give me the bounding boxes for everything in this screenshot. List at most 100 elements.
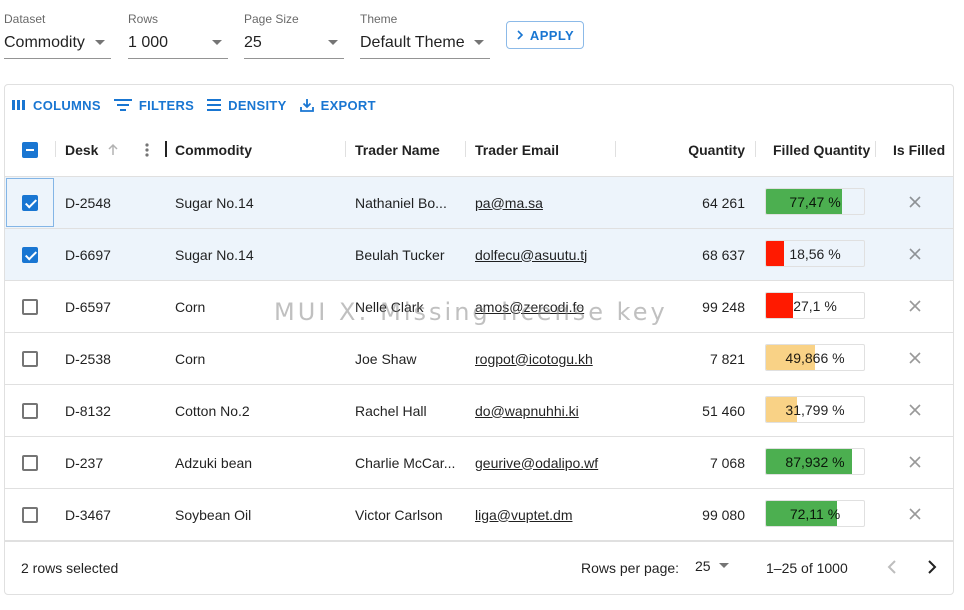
cell-desk[interactable]: D-237: [65, 437, 165, 488]
select-all-checkbox[interactable]: [22, 123, 38, 176]
header-quantity[interactable]: Quantity: [625, 123, 745, 176]
cell-trader-name[interactable]: Victor Carlson: [355, 489, 465, 540]
cell-desk[interactable]: D-6697: [65, 229, 165, 280]
filters-button[interactable]: FILTERS: [113, 98, 194, 113]
header-trader-email[interactable]: Trader Email: [475, 123, 559, 176]
header-desk[interactable]: Desk: [65, 123, 165, 176]
cell-commodity[interactable]: Soybean Oil: [175, 489, 345, 540]
cell-desk[interactable]: D-8132: [65, 385, 165, 436]
email-link[interactable]: amos@zercodi.fo: [475, 299, 584, 315]
filled-quantity-bar[interactable]: 77,47 %: [765, 188, 865, 215]
cell-quantity[interactable]: 7 821: [625, 333, 745, 384]
close-icon[interactable]: [909, 196, 921, 208]
table-row[interactable]: D-2548 Sugar No.14 Nathaniel Bo... pa@ma.sa…: [5, 177, 953, 229]
cell-quantity[interactable]: 51 460: [625, 385, 745, 436]
cell-trader-name[interactable]: Nelle Clark: [355, 281, 465, 332]
close-icon[interactable]: [909, 248, 921, 260]
filled-quantity-bar[interactable]: 49,866 %: [765, 344, 865, 371]
cell-quantity[interactable]: 68 637: [625, 229, 745, 280]
rows-value[interactable]: 1 000: [128, 32, 228, 59]
cell-trader-email[interactable]: liga@vuptet.dm: [475, 489, 615, 540]
filled-quantity-bar[interactable]: 72,11 %: [765, 500, 865, 527]
export-button[interactable]: EXPORT: [299, 97, 376, 113]
column-separator[interactable]: [465, 141, 466, 157]
table-row[interactable]: D-3467 Soybean Oil Victor Carlson liga@vupt…: [5, 489, 953, 541]
dataset-select[interactable]: Dataset Commodity: [4, 12, 111, 59]
filled-quantity-bar[interactable]: 18,56 %: [765, 240, 865, 267]
cell-quantity[interactable]: 99 248: [625, 281, 745, 332]
sort-arrow-up-icon[interactable]: [106, 143, 120, 157]
close-icon[interactable]: [909, 456, 921, 468]
page-size-select[interactable]: Page Size 25: [244, 12, 344, 59]
theme-select[interactable]: Theme Default Theme: [360, 12, 490, 59]
email-link[interactable]: dolfecu@asuutu.tj: [475, 247, 587, 263]
column-separator[interactable]: [55, 141, 56, 157]
cell-trader-email[interactable]: geurive@odalipo.wf: [475, 437, 615, 488]
theme-value[interactable]: Default Theme: [360, 32, 490, 59]
column-menu-icon[interactable]: [145, 123, 149, 176]
cell-quantity[interactable]: 64 261: [625, 177, 745, 228]
cell-quantity[interactable]: 99 080: [625, 489, 745, 540]
cell-trader-name[interactable]: Nathaniel Bo...: [355, 177, 465, 228]
page-size-value[interactable]: 25: [244, 32, 344, 59]
rows-per-page-select[interactable]: 25: [695, 558, 729, 574]
cell-commodity[interactable]: Adzuki bean: [175, 437, 345, 488]
cell-commodity[interactable]: Sugar No.14: [175, 177, 345, 228]
cell-trader-name[interactable]: Charlie McCar...: [355, 437, 465, 488]
cell-commodity[interactable]: Corn: [175, 281, 345, 332]
close-icon[interactable]: [909, 352, 921, 364]
next-page-button[interactable]: [925, 558, 939, 581]
filled-quantity-bar[interactable]: 87,932 %: [765, 448, 865, 475]
cell-quantity[interactable]: 7 068: [625, 437, 745, 488]
row-checkbox[interactable]: [22, 385, 38, 436]
email-link[interactable]: rogpot@icotogu.kh: [475, 351, 593, 367]
email-link[interactable]: liga@vuptet.dm: [475, 507, 572, 523]
cell-trader-name[interactable]: Beulah Tucker: [355, 229, 465, 280]
row-checkbox[interactable]: [22, 177, 38, 228]
density-button[interactable]: DENSITY: [206, 98, 286, 113]
cell-desk[interactable]: D-6597: [65, 281, 165, 332]
header-commodity[interactable]: Commodity: [175, 123, 252, 176]
email-link[interactable]: do@wapnuhhi.ki: [475, 403, 579, 419]
row-checkbox[interactable]: [22, 229, 38, 280]
column-separator[interactable]: [875, 141, 876, 157]
header-trader-name[interactable]: Trader Name: [355, 123, 440, 176]
cell-desk[interactable]: D-2538: [65, 333, 165, 384]
close-icon[interactable]: [909, 404, 921, 416]
email-link[interactable]: pa@ma.sa: [475, 195, 543, 211]
row-checkbox[interactable]: [22, 281, 38, 332]
columns-button[interactable]: COLUMNS: [11, 98, 101, 113]
cell-trader-email[interactable]: pa@ma.sa: [475, 177, 615, 228]
table-row[interactable]: D-6597 Corn Nelle Clark amos@zercodi.fo 99 2…: [5, 281, 953, 333]
row-checkbox[interactable]: [22, 489, 38, 540]
cell-desk[interactable]: D-2548: [65, 177, 165, 228]
close-icon[interactable]: [909, 300, 921, 312]
table-row[interactable]: D-2538 Corn Joe Shaw rogpot@icotogu.kh 7 821…: [5, 333, 953, 385]
email-link[interactable]: geurive@odalipo.wf: [475, 455, 598, 471]
previous-page-button[interactable]: [885, 558, 899, 581]
cell-trader-email[interactable]: amos@zercodi.fo: [475, 281, 615, 332]
header-filled-quantity[interactable]: Filled Quantity: [773, 123, 870, 176]
row-checkbox[interactable]: [22, 437, 38, 488]
table-row[interactable]: D-6697 Sugar No.14 Beulah Tucker dolfecu@as…: [5, 229, 953, 281]
filled-quantity-bar[interactable]: 27,1 %: [765, 292, 865, 319]
cell-trader-email[interactable]: rogpot@icotogu.kh: [475, 333, 615, 384]
cell-commodity[interactable]: Corn: [175, 333, 345, 384]
apply-button[interactable]: APPLY: [506, 21, 584, 49]
cell-trader-name[interactable]: Joe Shaw: [355, 333, 465, 384]
column-separator[interactable]: [615, 141, 616, 157]
filled-quantity-bar[interactable]: 31,799 %: [765, 396, 865, 423]
cell-trader-name[interactable]: Rachel Hall: [355, 385, 465, 436]
column-resize-handle[interactable]: [165, 141, 167, 157]
table-row[interactable]: D-237 Adzuki bean Charlie McCar... geurive@…: [5, 437, 953, 489]
column-separator[interactable]: [345, 141, 346, 157]
cell-trader-email[interactable]: do@wapnuhhi.ki: [475, 385, 615, 436]
cell-desk[interactable]: D-3467: [65, 489, 165, 540]
table-row[interactable]: D-8132 Cotton No.2 Rachel Hall do@wapnuhhi.…: [5, 385, 953, 437]
header-is-filled[interactable]: Is Filled: [893, 123, 945, 176]
row-checkbox[interactable]: [22, 333, 38, 384]
rows-select[interactable]: Rows 1 000: [128, 12, 228, 59]
cell-commodity[interactable]: Cotton No.2: [175, 385, 345, 436]
dataset-value[interactable]: Commodity: [4, 32, 111, 59]
cell-trader-email[interactable]: dolfecu@asuutu.tj: [475, 229, 615, 280]
